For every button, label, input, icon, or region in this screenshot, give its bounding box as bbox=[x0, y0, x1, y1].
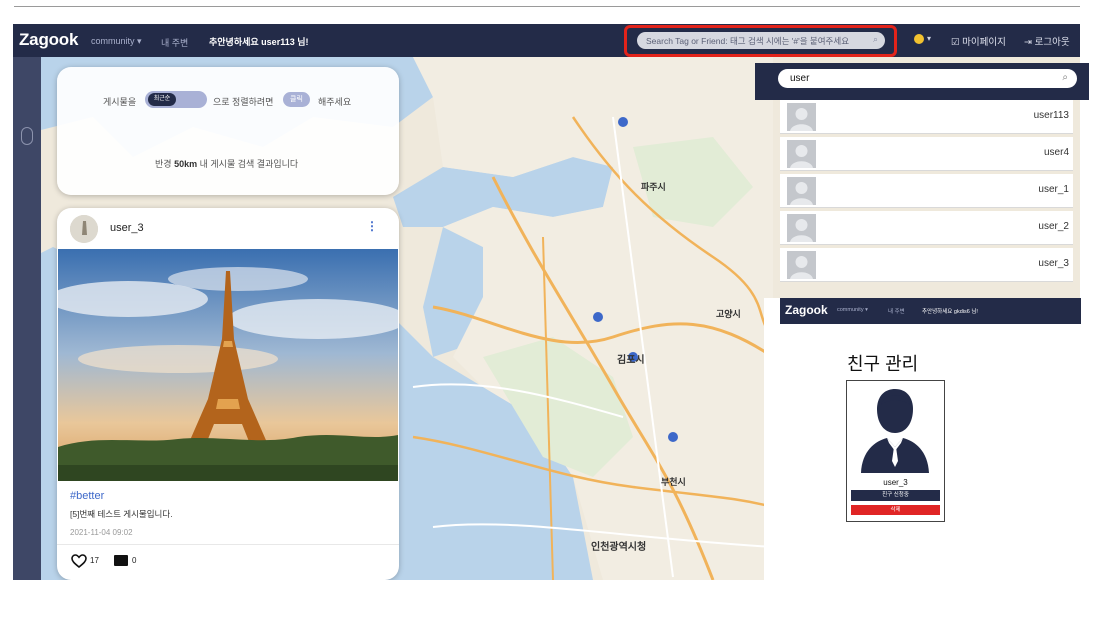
user-placeholder-icon bbox=[787, 103, 816, 131]
community-menu[interactable]: community ▾ bbox=[837, 307, 868, 313]
radius-suffix: 내 게시물 검색 결과입니다 bbox=[199, 159, 299, 169]
user-name: user4 bbox=[1043, 147, 1069, 158]
post-date: 2021-11-04 09:02 bbox=[70, 528, 133, 537]
more-options-icon[interactable]: ⋮ bbox=[366, 219, 378, 233]
friend-card: user_3 친구 신청중 삭제 bbox=[846, 380, 945, 522]
heart-icon[interactable] bbox=[71, 554, 87, 568]
sort-toggle-label: 최근순 bbox=[148, 93, 176, 106]
map-label-goyang: 고양시 bbox=[716, 309, 741, 319]
filter-suffix: 해주세요 bbox=[318, 97, 352, 107]
search-query: user bbox=[790, 73, 810, 84]
map-label-bucheon: 부천시 bbox=[661, 477, 686, 487]
user-silhouette-icon bbox=[861, 389, 929, 473]
results-search-bar: user ⌕ bbox=[755, 63, 1089, 97]
list-item[interactable]: user_3 bbox=[780, 248, 1073, 282]
like-count: 17 bbox=[90, 556, 99, 565]
chevron-down-icon[interactable]: ▾ bbox=[927, 34, 931, 43]
top-divider-line bbox=[14, 6, 1080, 7]
sort-filter-card: 게시물을 최근순 으로 정렬하려면 클릭 해주세요 반경 50km 내 게시물 … bbox=[57, 67, 399, 195]
app-logo[interactable]: Zagook bbox=[785, 303, 828, 317]
left-rail bbox=[13, 57, 41, 580]
greeting-text: 추안녕하세요 gkdis6 님! bbox=[922, 309, 978, 315]
divider bbox=[57, 544, 399, 545]
mypage-label: 마이페이지 bbox=[962, 37, 1006, 48]
friend-name: user_3 bbox=[883, 478, 908, 487]
user-name: user_2 bbox=[1038, 221, 1069, 232]
greeting-text: 추안녕하세요 user113 님! bbox=[209, 37, 309, 47]
user-name: user_3 bbox=[1038, 258, 1069, 269]
search-icon[interactable]: ⌕ bbox=[1062, 72, 1068, 83]
radius-value: 50km bbox=[174, 159, 198, 169]
community-menu[interactable]: community ▾ bbox=[91, 36, 142, 47]
comment-count: 0 bbox=[132, 556, 137, 565]
friend-management-panel: Zagook community ▾ 내 주변 추안녕하세요 gkdis6 님!… bbox=[764, 298, 1081, 580]
post-card[interactable]: user_3 ⋮ #better [5]번째 테스트 게시물입니다. 2021-… bbox=[57, 208, 399, 580]
post-body: [5]번째 테스트 게시물입니다. bbox=[70, 509, 173, 519]
avatar-image bbox=[70, 215, 98, 243]
edit-icon: ☑ bbox=[951, 37, 960, 48]
radius-text: 반경 50km 내 게시물 검색 결과입니다 bbox=[155, 157, 298, 170]
mypage-link[interactable]: ☑ 마이페이지 bbox=[951, 34, 1006, 48]
list-item[interactable]: user113 bbox=[780, 100, 1073, 134]
user-name: user_1 bbox=[1038, 184, 1069, 195]
map-label-incheon: 인천광역시청 bbox=[591, 542, 647, 553]
filter-prefix: 게시물을 bbox=[103, 97, 137, 107]
user-placeholder-icon bbox=[787, 177, 816, 205]
post-hashtag[interactable]: #better bbox=[70, 490, 104, 502]
sort-toggle[interactable]: 최근순 bbox=[145, 91, 207, 108]
filter-middle: 으로 정렬하려면 bbox=[213, 97, 274, 107]
logout-link[interactable]: ⇥ 로그아웃 bbox=[1024, 34, 1070, 48]
post-image[interactable] bbox=[58, 249, 398, 481]
user-placeholder-icon bbox=[787, 251, 816, 279]
list-item[interactable]: user_2 bbox=[780, 211, 1073, 245]
radius-prefix: 반경 bbox=[155, 159, 172, 169]
mouse-icon bbox=[21, 127, 33, 145]
app-logo[interactable]: Zagook bbox=[19, 30, 78, 50]
user-placeholder-icon bbox=[787, 214, 816, 242]
top-navbar: Zagook community ▾ 내 주변 추안녕하세요 user113 님… bbox=[13, 24, 1080, 57]
post-username[interactable]: user_3 bbox=[110, 222, 144, 234]
page-title: 친구 관리 bbox=[847, 354, 919, 374]
user-placeholder-icon bbox=[787, 140, 816, 168]
user-name: user113 bbox=[1033, 110, 1069, 121]
logout-icon: ⇥ bbox=[1024, 37, 1032, 48]
friend-request-button[interactable]: 친구 신청중 bbox=[851, 490, 940, 501]
map-label-paju: 파주시 bbox=[641, 182, 666, 192]
nearby-menu[interactable]: 내 주변 bbox=[888, 307, 905, 315]
delete-button[interactable]: 삭제 bbox=[851, 505, 940, 515]
search-results-dropdown: user ⌕ user113 user4 user_1 user_2 user_… bbox=[755, 63, 1089, 288]
logout-label: 로그아웃 bbox=[1034, 37, 1070, 48]
nearby-menu[interactable]: 내 주변 bbox=[161, 36, 188, 49]
list-item[interactable]: user4 bbox=[780, 137, 1073, 171]
emoji-icon[interactable] bbox=[914, 34, 924, 44]
avatar[interactable] bbox=[70, 215, 98, 243]
comment-icon[interactable] bbox=[114, 555, 128, 566]
results-search-input[interactable]: user ⌕ bbox=[778, 69, 1077, 88]
search-highlight-box bbox=[624, 25, 897, 57]
click-button[interactable]: 클릭 bbox=[283, 92, 310, 107]
friend-panel-navbar: Zagook community ▾ 내 주변 추안녕하세요 gkdis6 님! bbox=[780, 298, 1081, 324]
map-label-gimpo: 김포시 bbox=[617, 355, 645, 366]
list-item[interactable]: user_1 bbox=[780, 174, 1073, 208]
